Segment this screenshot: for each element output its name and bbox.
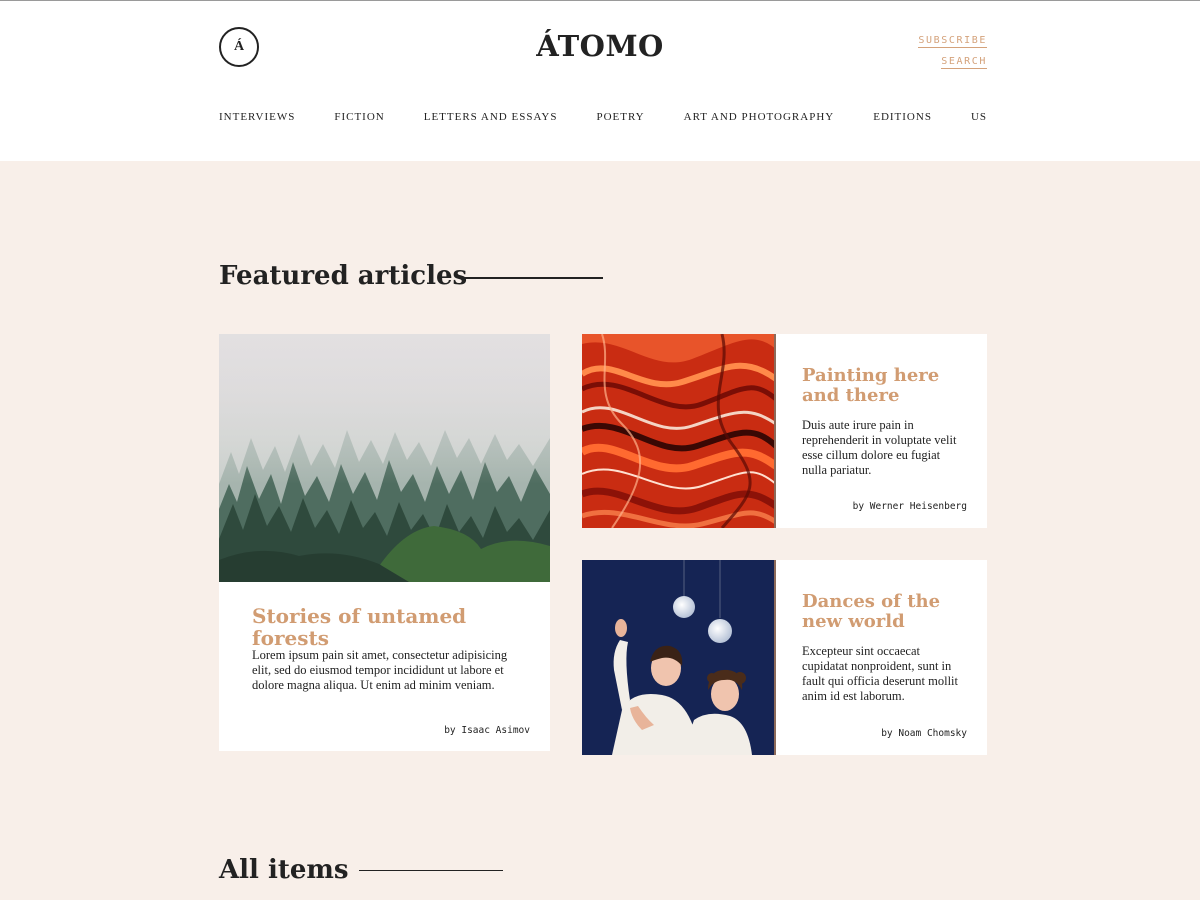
article-card-painting[interactable]: Painting here and there Duis aute irure … [582, 334, 987, 528]
featured-section-title: Featured articles [219, 261, 468, 291]
subscribe-link[interactable]: SUBSCRIBE [918, 35, 987, 48]
header-utility-links: SUBSCRIBE SEARCH [918, 30, 987, 72]
nav-item-editions[interactable]: EDITIONS [873, 111, 932, 123]
misty-forest-image [219, 334, 550, 582]
nav-item-letters-and-essays[interactable]: LETTERS AND ESSAYS [424, 111, 558, 123]
article-excerpt: Duis aute irure pain in reprehenderit in… [802, 418, 957, 477]
main-nav: INTERVIEWS FICTION LETTERS AND ESSAYS PO… [219, 111, 987, 123]
article-excerpt: Excepteur sint occaecat cupidatat nonpro… [802, 644, 958, 703]
nav-item-art-and-photography[interactable]: ART AND PHOTOGRAPHY [684, 111, 835, 123]
article-card-dances[interactable]: Dances of the new world Excepteur sint o… [582, 560, 987, 755]
article-author: by Noam Chomsky [881, 728, 967, 739]
nav-item-interviews[interactable]: INTERVIEWS [219, 111, 295, 123]
red-marble-image [582, 334, 776, 528]
article-author: by Werner Heisenberg [852, 501, 967, 512]
featured-title-rule [459, 277, 603, 279]
article-title[interactable]: Stories of untamed forests [252, 605, 550, 649]
search-link[interactable]: SEARCH [941, 56, 987, 69]
all-items-section-title: All items [219, 855, 349, 885]
nav-item-poetry[interactable]: POETRY [596, 111, 644, 123]
dancers-image [582, 560, 776, 755]
nav-item-fiction[interactable]: FICTION [334, 111, 384, 123]
article-title[interactable]: Painting here and there [802, 366, 972, 406]
article-excerpt: Lorem ipsum pain sit amet, consectetur a… [252, 648, 508, 692]
all-items-title-rule [359, 870, 503, 871]
nav-item-us[interactable]: US [971, 111, 987, 123]
site-header: Á ÁTOMO SUBSCRIBE SEARCH INTERVIEWS FICT… [0, 1, 1200, 161]
site-brand[interactable]: ÁTOMO [0, 29, 1200, 63]
article-card-forest[interactable]: Stories of untamed forests Lorem ipsum p… [219, 334, 550, 751]
article-author: by Isaac Asimov [444, 725, 530, 736]
article-title[interactable]: Dances of the new world [802, 592, 972, 632]
